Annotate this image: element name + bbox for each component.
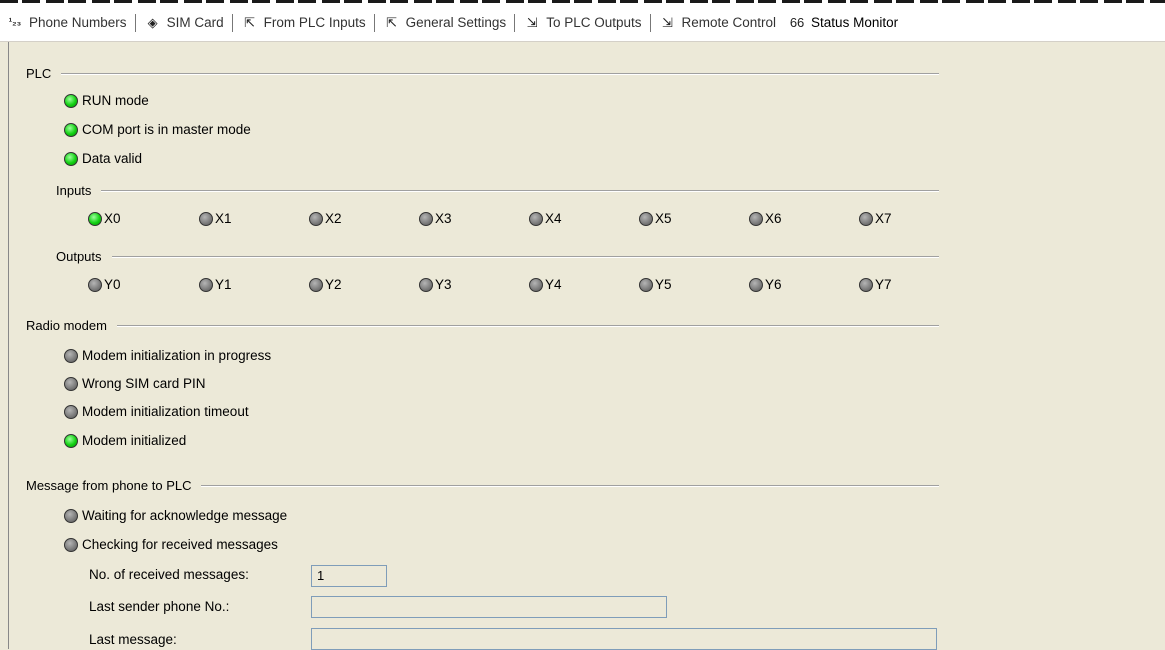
tab-separator [231,13,233,32]
group-divider [61,72,939,75]
output-led-y6 [749,278,763,292]
com-master-led [64,123,78,137]
waiting-ack-led [64,509,78,523]
plc-group-header: PLC [26,66,939,81]
received-count-field[interactable]: 1 [311,565,387,587]
glasses-icon: 66 [789,15,805,30]
input-label-x3: X3 [435,211,452,226]
output-label-y1: Y1 [215,277,232,292]
wrong-pin-led [64,377,78,391]
sim-card-icon: ◈ [147,14,158,30]
group-divider [101,189,939,192]
input-label-x1: X1 [215,211,232,226]
remote-control-icon: ⇲ [662,14,673,30]
run-mode-led [64,94,78,108]
init-timeout-led [64,405,78,419]
output-led-y7 [859,278,873,292]
tab-status-monitor[interactable]: 66 Status Monitor [782,4,904,41]
to-plc-outputs-icon: ⇲ [526,14,538,30]
waiting-ack-label: Waiting for acknowledge message [82,508,288,523]
radio-modem-group-header: Radio modem [26,318,939,333]
input-led-x7 [859,212,873,226]
last-sender-label: Last sender phone No.: [89,599,230,614]
tab-separator [514,13,516,32]
output-label-y5: Y5 [655,277,672,292]
output-led-y4 [529,278,543,292]
tab-to-plc-outputs[interactable]: ⇲ To PLC Outputs [517,4,647,41]
input-led-x4 [529,212,543,226]
input-led-x5 [639,212,653,226]
group-divider [116,324,939,327]
input-led-x1 [199,212,213,226]
tab-sim-card[interactable]: ◈ SIM Card [138,4,230,41]
input-led-x2 [309,212,323,226]
tab-label: General Settings [405,15,507,30]
output-label-y7: Y7 [875,277,892,292]
outputs-group-title: Outputs [56,249,102,264]
checking-led [64,538,78,552]
tab-label: Phone Numbers [29,15,127,30]
init-progress-led [64,349,78,363]
outputs-group-header: Outputs [56,249,939,264]
tab-separator [134,13,136,32]
tab-remote-control[interactable]: ⇲ Remote Control [653,4,783,41]
input-label-x0: X0 [104,211,121,226]
input-label-x4: X4 [545,211,562,226]
tab-general-settings[interactable]: ⇱ General Settings [377,4,513,41]
last-message-field[interactable] [311,628,937,650]
output-label-y3: Y3 [435,277,452,292]
output-label-y2: Y2 [325,277,342,292]
message-group-title: Message from phone to PLC [26,478,192,493]
output-led-y1 [199,278,213,292]
tab-label: From PLC Inputs [263,15,366,30]
inputs-group-header: Inputs [56,183,939,198]
data-valid-led [64,152,78,166]
tab-separator [649,13,651,32]
last-message-label: Last message: [89,632,177,647]
run-mode-label: RUN mode [82,93,149,108]
input-label-x6: X6 [765,211,782,226]
tab-label: Remote Control [681,15,777,30]
tab-label: Status Monitor [811,15,899,30]
output-label-y4: Y4 [545,277,562,292]
init-progress-label: Modem initialization in progress [82,348,272,363]
last-sender-field[interactable] [311,596,667,618]
input-label-x7: X7 [875,211,892,226]
received-count-label: No. of received messages: [89,567,249,582]
output-led-y0 [88,278,102,292]
group-divider [201,484,939,487]
tab-phone-numbers[interactable]: ¹₂₃ Phone Numbers [0,4,133,41]
checking-label: Checking for received messages [82,537,278,552]
modem-initialized-led [64,434,78,448]
data-valid-label: Data valid [82,151,143,166]
wrong-pin-label: Wrong SIM card PIN [82,376,206,391]
input-led-x3 [419,212,433,226]
message-group-header: Message from phone to PLC [26,478,939,493]
input-led-x6 [749,212,763,226]
modem-initialized-label: Modem initialized [82,433,187,448]
phone-numbers-icon: ¹₂₃ [8,17,22,28]
init-timeout-label: Modem initialization timeout [82,404,249,419]
tab-separator [373,13,375,32]
group-divider [111,255,939,258]
com-master-label: COM port is in master mode [82,122,251,137]
input-label-x5: X5 [655,211,672,226]
from-plc-inputs-icon: ⇱ [244,14,256,30]
general-settings-icon: ⇱ [386,14,398,30]
tab-from-plc-inputs[interactable]: ⇱ From PLC Inputs [235,4,372,41]
input-led-x0 [88,212,102,226]
status-monitor-panel: PLC RUN mode COM port is in master mode … [8,42,1165,650]
output-led-y3 [419,278,433,292]
output-led-y5 [639,278,653,292]
output-led-y2 [309,278,323,292]
tab-bar: ¹₂₃ Phone Numbers ◈ SIM Card ⇱ From PLC … [0,4,1165,42]
plc-group-title: PLC [26,66,52,81]
radio-modem-group-title: Radio modem [26,318,107,333]
output-label-y6: Y6 [765,277,782,292]
tab-label: SIM Card [166,15,224,30]
tab-label: To PLC Outputs [546,15,642,30]
output-label-y0: Y0 [104,277,121,292]
input-label-x2: X2 [325,211,342,226]
inputs-group-title: Inputs [56,183,92,198]
